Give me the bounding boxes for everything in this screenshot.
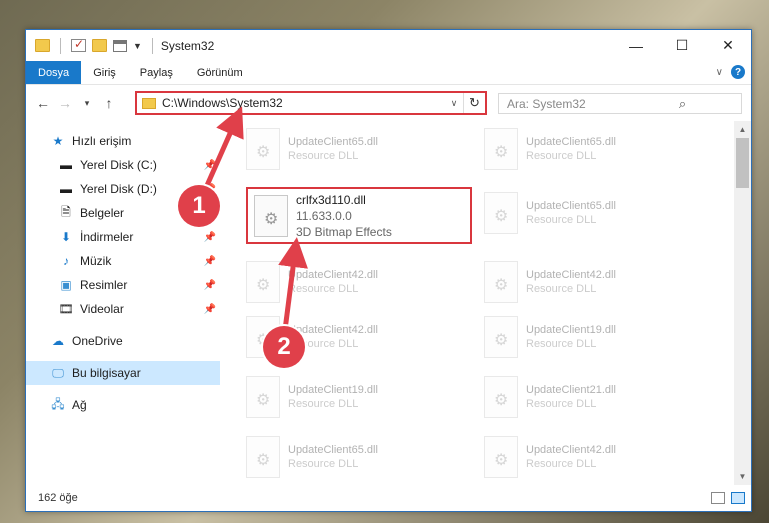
arrow-to-address-bar <box>202 106 244 192</box>
arrow-to-file <box>278 237 308 331</box>
callout-arrows <box>202 106 308 331</box>
callout-badge-2: 2 <box>263 326 305 368</box>
callout-badge-1: 1 <box>178 185 220 227</box>
